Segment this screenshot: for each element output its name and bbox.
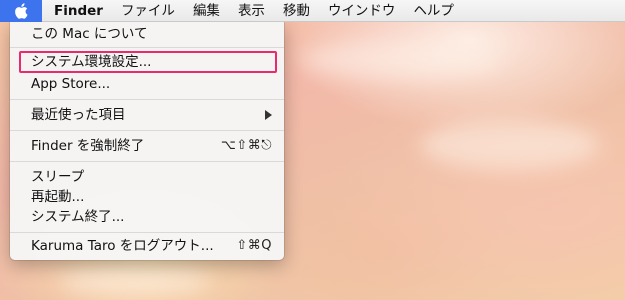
menu-item-label: 再起動... bbox=[31, 189, 85, 205]
menu-item-log-out[interactable]: Karuma Taro をログアウト... ⇧⌘Q bbox=[10, 236, 284, 256]
apple-menu-dropdown: この Mac について システム環境設定... App Store... 最近使… bbox=[10, 21, 284, 260]
apple-logo-icon bbox=[15, 2, 28, 19]
menu-bar: Finder ファイル 編集 表示 移動 ウインドウ ヘルプ bbox=[0, 0, 625, 22]
menu-item-label: スリープ bbox=[31, 169, 85, 185]
menu-separator bbox=[10, 161, 284, 162]
menu-go[interactable]: 移動 bbox=[274, 0, 319, 22]
wallpaper-cloud bbox=[60, 265, 210, 295]
menu-separator bbox=[10, 232, 284, 233]
keyboard-shortcut: ⌥⇧⌘⎋ bbox=[220, 138, 272, 153]
menu-finder[interactable]: Finder bbox=[42, 0, 112, 22]
menu-item-about-this-mac[interactable]: この Mac について bbox=[10, 24, 284, 44]
menu-item-label: App Store... bbox=[31, 76, 111, 92]
menu-separator bbox=[10, 47, 284, 48]
menu-separator bbox=[10, 130, 284, 131]
menu-item-shut-down[interactable]: システム終了... bbox=[10, 207, 284, 227]
menu-help[interactable]: ヘルプ bbox=[404, 0, 463, 22]
menu-item-recent-items[interactable]: 最近使った項目 bbox=[10, 105, 284, 125]
menu-window[interactable]: ウインドウ bbox=[319, 0, 405, 22]
menu-item-force-quit[interactable]: Finder を強制終了 ⌥⇧⌘⎋ bbox=[10, 136, 284, 156]
menu-item-label: システム終了... bbox=[31, 209, 125, 225]
menu-item-system-preferences[interactable]: システム環境設定... bbox=[10, 52, 284, 72]
menu-item-label: この Mac について bbox=[31, 26, 148, 42]
menu-item-app-store[interactable]: App Store... bbox=[10, 74, 284, 94]
menu-item-label: 最近使った項目 bbox=[31, 107, 126, 123]
wallpaper-cloud bbox=[300, 40, 500, 80]
menu-item-label: Finder を強制終了 bbox=[31, 138, 145, 154]
menu-view[interactable]: 表示 bbox=[229, 0, 274, 22]
wallpaper-cloud bbox=[420, 120, 600, 170]
menu-edit[interactable]: 編集 bbox=[184, 0, 229, 22]
menu-item-label: Karuma Taro をログアウト... bbox=[31, 238, 214, 254]
menu-item-sleep[interactable]: スリープ bbox=[10, 167, 284, 187]
menu-item-restart[interactable]: 再起動... bbox=[10, 187, 284, 207]
menu-item-label: システム環境設定... bbox=[31, 54, 152, 70]
menu-file[interactable]: ファイル bbox=[112, 0, 184, 22]
menu-separator bbox=[10, 99, 284, 100]
apple-menu-button[interactable] bbox=[0, 0, 42, 22]
keyboard-shortcut: ⇧⌘Q bbox=[236, 238, 272, 253]
submenu-arrow-icon bbox=[265, 110, 272, 120]
